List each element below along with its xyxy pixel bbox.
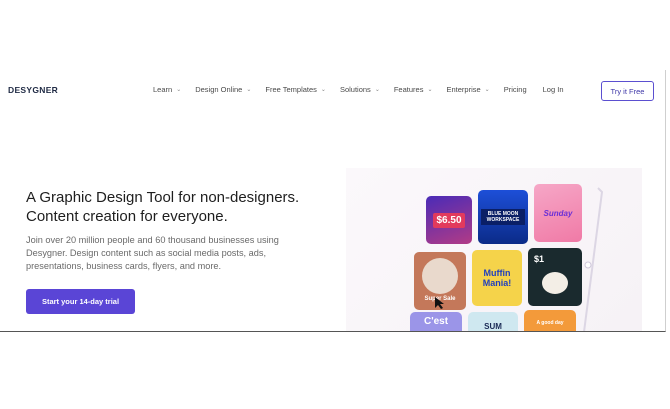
nav-design-online-label: Design Online	[195, 85, 243, 94]
sum-card-text: SUM	[484, 322, 502, 331]
sunday-card: Sunday	[534, 184, 582, 242]
sum-card: SUM	[468, 312, 518, 331]
chevron-down-icon: ⌄	[484, 87, 490, 93]
main-nav: Learn ⌄ Design Online ⌄ Free Templates ⌄ So…	[153, 85, 580, 94]
hero-title-line-1: A Graphic Design Tool for non-designers.	[26, 189, 300, 206]
cursor-pointer-icon	[435, 297, 444, 309]
hero-title: A Graphic Design Tool for non-designers.…	[26, 188, 326, 226]
coffee-card: $1	[528, 248, 582, 306]
price-card: $6.50	[426, 196, 472, 244]
muffin-card: Muffin Mania!	[472, 250, 522, 306]
nav-login[interactable]: Log In	[543, 85, 564, 94]
nav-enterprise-label: Enterprise	[446, 85, 481, 94]
price2-card-text: $1	[534, 254, 545, 264]
design-showcase: $6.50 BLUE MOON WORKSPACE Sunday Super S…	[346, 168, 642, 331]
nav-learn[interactable]: Learn ⌄	[153, 85, 181, 94]
nav-solutions-label: Solutions	[339, 85, 371, 94]
nav-design-online[interactable]: Design Online ⌄	[195, 85, 251, 94]
chevron-down-icon: ⌄	[427, 87, 433, 93]
photo-circle	[422, 258, 458, 294]
chevron-down-icon: ⌄	[374, 87, 380, 93]
cest-card: C'est	[410, 312, 462, 331]
nav-features[interactable]: Features ⌄	[394, 85, 433, 94]
nav-free-templates[interactable]: Free Templates ⌄	[265, 85, 326, 94]
sunday-card-text: Sunday	[543, 208, 573, 218]
desygner-logo[interactable]: DESYGNER	[8, 85, 58, 95]
chevron-down-icon: ⌄	[320, 87, 326, 93]
page-frame: DESYGNER Learn ⌄ Design Online ⌄ Free Temp…	[0, 70, 666, 332]
top-navbar: DESYGNER Learn ⌄ Design Online ⌄ Free Temp…	[0, 70, 665, 112]
nav-pricing[interactable]: Pricing	[504, 85, 527, 94]
price-card-text: $6.50	[433, 212, 465, 228]
coffee-cup	[542, 272, 568, 294]
chevron-down-icon: ⌄	[176, 87, 182, 93]
chevron-down-icon: ⌄	[246, 87, 252, 93]
workspace-card-text: BLUE MOON WORKSPACE	[481, 209, 525, 225]
nav-learn-label: Learn	[153, 85, 173, 94]
nav-solutions[interactable]: Solutions ⌄	[340, 85, 380, 94]
hero-title-line-2: Content creation for everyone.	[26, 208, 228, 225]
good-day-card: A good day	[524, 310, 576, 331]
nav-free-templates-label: Free Templates	[265, 85, 317, 94]
start-trial-button[interactable]: Start your 14-day trial	[26, 289, 135, 314]
nav-enterprise[interactable]: Enterprise ⌄	[446, 85, 489, 94]
workspace-card: BLUE MOON WORKSPACE	[478, 190, 528, 244]
muffin-card-text: Muffin Mania!	[482, 268, 512, 288]
try-free-button[interactable]: Try it Free	[601, 81, 654, 101]
nav-features-label: Features	[393, 85, 424, 94]
hero-subtitle: Join over 20 million people and 60 thous…	[26, 235, 279, 271]
cest-card-text: C'est	[423, 316, 449, 327]
good-day-card-text: A good day	[536, 320, 564, 326]
